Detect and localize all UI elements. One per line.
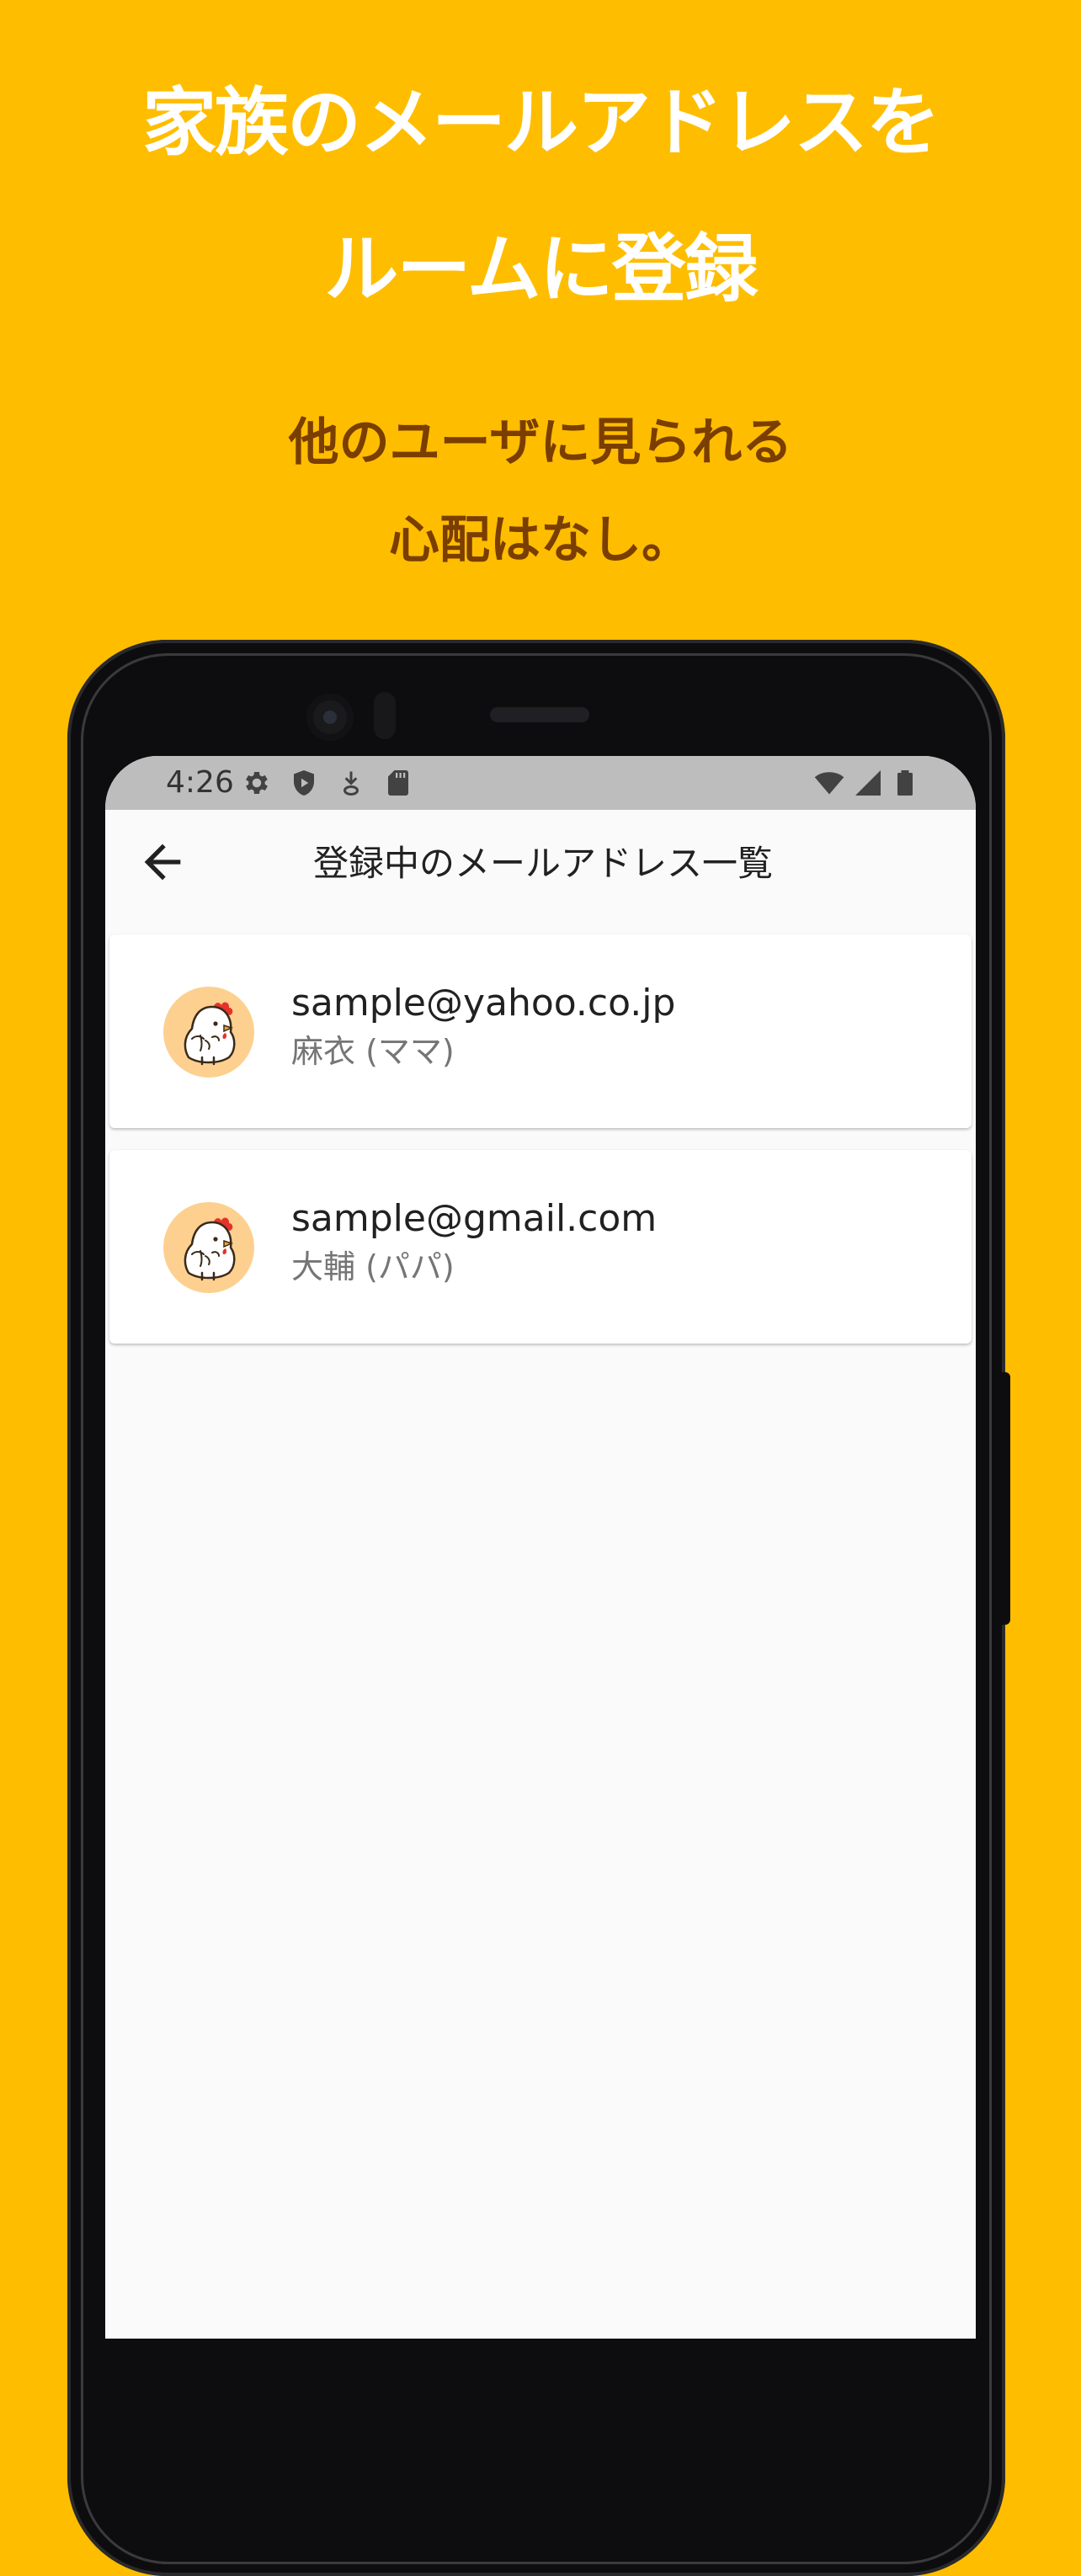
cell-signal-icon [853, 768, 883, 798]
earpiece-speaker [490, 707, 589, 722]
status-time: 4:26 [166, 765, 234, 800]
status-bar: 4:26 [105, 756, 976, 810]
proximity-sensor [374, 692, 396, 739]
phone-screen: 4:26 登録中のメールアドレス一覧 sample@yahoo.co.jp 麻衣… [105, 756, 976, 2339]
page-title: 登録中のメールアドレス一覧 [312, 843, 773, 884]
member-name: 麻衣 (ママ) [291, 1033, 455, 1070]
app-bar: 登録中のメールアドレス一覧 [105, 810, 976, 914]
chicken-avatar-icon [163, 987, 254, 1078]
shield-play-icon [289, 768, 319, 798]
phone-side-button [1002, 1372, 1010, 1625]
download-icon [336, 768, 366, 798]
promo-subheadline-line2: 心配はなし。 [389, 511, 692, 570]
email-list-item[interactable]: sample@gmail.com 大輔 (パパ) [109, 1150, 972, 1344]
email-address: sample@gmail.com [291, 1197, 658, 1240]
front-camera [306, 694, 354, 741]
sd-card-icon [383, 768, 413, 798]
wifi-icon [814, 768, 844, 798]
chicken-avatar-icon [163, 1202, 254, 1293]
battery-icon [890, 768, 920, 798]
email-list-item[interactable]: sample@yahoo.co.jp 麻衣 (ママ) [109, 934, 972, 1128]
promo-headline-line1: 家族のメールアドレスを [141, 79, 940, 166]
email-address: sample@yahoo.co.jp [291, 982, 676, 1025]
arrow-back-icon[interactable] [136, 835, 189, 889]
member-name: 大輔 (パパ) [291, 1248, 455, 1285]
promo-subheadline-line1: 他のユーザに見られる [288, 413, 793, 472]
promo-headline-line2: ルームに登録 [324, 226, 758, 312]
gear-icon [242, 768, 272, 798]
